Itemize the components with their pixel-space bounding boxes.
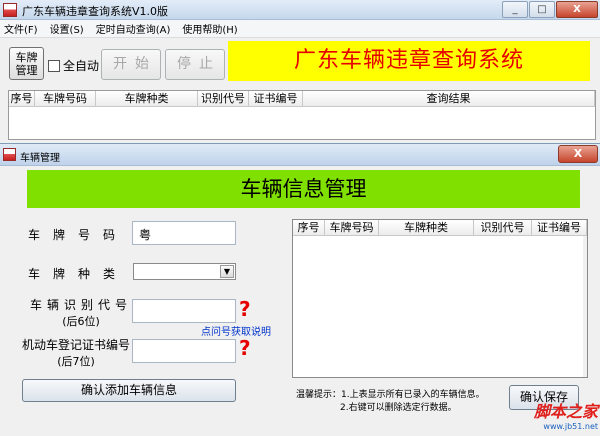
certificate-input[interactable] — [132, 339, 236, 363]
plate-number-label: 车牌号码 — [28, 228, 129, 242]
window-controls: _ □ X — [501, 1, 598, 19]
vin-label-sub: (后6位) — [62, 315, 100, 328]
certificate-help-icon[interactable]: ? — [239, 338, 251, 358]
table-header: 序号 车牌号码 车牌种类 识别代号 证书编号 查询结果 — [9, 91, 595, 107]
certificate-label: 机动车登记证书编号 (后7位) — [22, 336, 130, 369]
column-header[interactable]: 证书编号 — [249, 91, 303, 106]
auto-mode-checkbox[interactable]: 全自动 — [48, 57, 99, 74]
plate-type-select[interactable]: ▼ — [133, 263, 236, 280]
column-header[interactable]: 序号 — [293, 220, 325, 235]
column-header[interactable]: 查询结果 — [303, 91, 595, 106]
column-header[interactable]: 车牌种类 — [96, 91, 198, 106]
tips-text: 温馨提示：1.上表显示所有已录入的车辆信息。 2.右键可以删除选定行数据。 — [296, 389, 485, 415]
column-header[interactable]: 车牌号码 — [35, 91, 96, 106]
certificate-label-text: 机动车登记证书编号 — [22, 338, 131, 352]
chevron-down-icon[interactable]: ▼ — [220, 265, 234, 278]
tip-line-2: 2.右键可以删除选定行数据。 — [340, 403, 457, 413]
dialog-title: 车辆管理 — [20, 153, 60, 164]
stop-button[interactable]: 停止 — [165, 49, 225, 80]
dialog-app-icon — [3, 148, 16, 161]
menu-file[interactable]: 文件(F) — [4, 21, 38, 36]
auto-mode-label: 全自动 — [63, 59, 100, 73]
watermark-logo: 脚本之家 www.jb51.net — [500, 398, 598, 434]
watermark-brand: 脚本之家 — [533, 402, 598, 421]
vehicle-management-label-line2: 管理 — [15, 64, 38, 77]
window-title: 广东车辆违章查询系统V1.0版 — [22, 5, 169, 18]
plate-number-input[interactable]: 粤 — [132, 221, 236, 245]
menu-scheduled-query[interactable]: 定时自动查询(A) — [96, 21, 171, 36]
main-titlebar: 广东车辆违章查询系统V1.0版 _ □ X — [0, 0, 600, 20]
certificate-label-sub: (后7位) — [57, 355, 95, 368]
vin-label: 车辆识别代号 (后6位) — [30, 296, 132, 329]
dialog-close-button[interactable]: X — [558, 145, 598, 163]
column-header[interactable]: 车牌号码 — [325, 220, 379, 235]
dialog-titlebar: 车辆管理 X — [0, 144, 600, 166]
menu-settings[interactable]: 设置(S) — [50, 21, 84, 36]
menu-bar: 文件(F) 设置(S) 定时自动查询(A) 使用帮助(H) — [0, 20, 600, 38]
checkbox-box[interactable] — [48, 59, 60, 72]
add-vehicle-button[interactable]: 确认添加车辆信息 — [22, 379, 236, 402]
watermark-url: www.jb51.net — [543, 422, 598, 431]
menu-help[interactable]: 使用帮助(H) — [182, 21, 237, 36]
query-results-table[interactable]: 序号 车牌号码 车牌种类 识别代号 证书编号 查询结果 — [8, 90, 596, 140]
vehicle-management-button[interactable]: 车牌 管理 — [9, 47, 44, 80]
help-link[interactable]: 点问号获取说明 — [201, 323, 271, 338]
vin-help-icon[interactable]: ? — [239, 299, 251, 319]
main-window: 广东车辆违章查询系统V1.0版 _ □ X 文件(F) 设置(S) 定时自动查询… — [0, 0, 600, 150]
vehicle-list-table[interactable]: 序号 车牌号码 车牌种类 识别代号 证书编号 — [292, 219, 588, 378]
column-header[interactable]: 证书编号 — [532, 220, 587, 235]
vin-label-text: 车辆识别代号 — [30, 298, 133, 312]
minimize-button[interactable]: _ — [502, 1, 528, 18]
vehicle-management-label-line1: 车牌 — [15, 51, 38, 64]
table-header: 序号 车牌号码 车牌种类 识别代号 证书编号 — [293, 220, 587, 236]
start-button[interactable]: 开始 — [101, 49, 161, 80]
app-icon — [3, 3, 17, 17]
plate-type-label: 车牌种类 — [28, 267, 129, 281]
column-header[interactable]: 识别代号 — [198, 91, 249, 106]
system-banner: 广东车辆违章查询系统 — [228, 41, 590, 81]
scrollbar[interactable] — [583, 236, 587, 377]
column-header[interactable]: 车牌种类 — [379, 220, 474, 235]
maximize-button[interactable]: □ — [529, 1, 555, 18]
column-header[interactable]: 识别代号 — [474, 220, 532, 235]
dialog-banner: 车辆信息管理 — [27, 170, 580, 208]
vin-input[interactable] — [132, 299, 236, 323]
close-button[interactable]: X — [556, 1, 598, 18]
vehicle-management-dialog: 车辆管理 X 车辆信息管理 车牌号码 粤 车牌种类 ▼ 车辆识别代号 (后6位)… — [0, 143, 600, 436]
column-header[interactable]: 序号 — [9, 91, 35, 106]
tip-line-1: 温馨提示：1.上表显示所有已录入的车辆信息。 — [296, 390, 485, 400]
